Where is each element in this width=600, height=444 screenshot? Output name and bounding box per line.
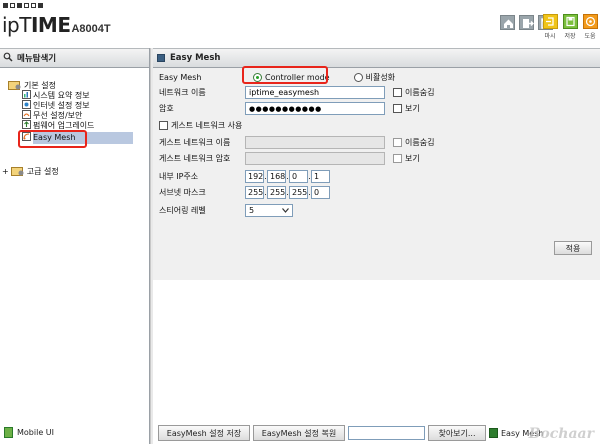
logo: ipTIME A8004T [2, 13, 111, 37]
subnet-octet-1[interactable]: 255 [245, 186, 264, 199]
easymesh-save-button[interactable]: EasyMesh 설정 저장 [158, 425, 250, 441]
guest-password-row: 게스트 네트워크 암호 보기 [159, 152, 420, 165]
menu-explorer-title: 메뉴탐색기 [17, 54, 57, 64]
restore-file-input[interactable] [348, 426, 425, 440]
easymesh-panel-header: Easy Mesh [153, 48, 600, 68]
easymesh-panel: Easy Mesh Easy Mesh Controller mode 비활성화… [153, 48, 600, 444]
guest-show-label: 보기 [405, 154, 420, 163]
guide-button[interactable]: 도움 [582, 14, 598, 40]
guest-hide-option: 이름숨김 [393, 137, 434, 148]
ip-label: 내부 IP주소 [159, 172, 199, 181]
easymesh-restore-button[interactable]: EasyMesh 설정 복원 [253, 425, 345, 441]
steering-row: 스티어링 레벨 5 [159, 204, 293, 217]
logo-model: A8004T [71, 23, 111, 35]
mode-label: Easy Mesh [159, 73, 202, 82]
guest-show-checkbox [393, 154, 402, 163]
subnet-octet-2[interactable]: 255 [267, 186, 286, 199]
disable-radio[interactable] [353, 73, 363, 82]
mobile-ui-link[interactable]: Mobile UI [4, 427, 54, 438]
ip-octet-1[interactable]: 192 [245, 170, 264, 183]
logout-icon[interactable] [519, 15, 534, 30]
expand-plus-icon: + [2, 167, 9, 176]
hide-name-option[interactable]: 이름숨김 [393, 87, 434, 98]
advanced-settings-label: 고급 설정 [26, 167, 59, 176]
ip-octet-2[interactable]: 168 [267, 170, 286, 183]
guest-hide-checkbox [393, 138, 402, 147]
guest-use-checkbox[interactable] [159, 121, 168, 130]
network-name-row: 네트워크 이름 iptime_easymesh 이름숨김 [159, 86, 434, 99]
menu-explorer-panel: 메뉴탐색기 기본 설정 시스템 요약 정보 인터넷 설정 정보 무선 설정/보안… [0, 48, 150, 444]
tree-advanced-settings[interactable]: + 고급 설정 [2, 165, 59, 178]
show-password-label: 보기 [405, 104, 420, 113]
guide-icon [582, 14, 598, 29]
folder-gear-icon [10, 165, 25, 178]
watermark: Bochaar [528, 426, 594, 442]
ip-octet-3[interactable]: 0 [289, 170, 308, 183]
save-icon [562, 14, 578, 29]
easymesh-form: Easy Mesh Controller mode 비활성화 네트워크 이름 i… [153, 66, 600, 280]
folder-gear-icon [8, 79, 22, 92]
password-label: 암호 [159, 104, 174, 113]
subnet-row: 서브넷 마스크 255. 255. 255. 0 [159, 186, 330, 199]
header-bar: ipTIME A8004T 마시 저장 도움 [0, 0, 600, 44]
guest-use-row[interactable]: 게스트 네트워크 사용 [159, 120, 242, 131]
logo-dots-icon [3, 3, 43, 8]
panel-square-icon [157, 54, 165, 62]
show-password-checkbox[interactable] [393, 104, 402, 113]
home-icon[interactable] [500, 15, 515, 30]
logo-brand-bold: ipT [2, 13, 31, 37]
guest-hide-label: 이름숨김 [405, 138, 435, 147]
subnet-octet-4[interactable]: 0 [311, 186, 330, 199]
magnifier-icon [3, 52, 13, 64]
subnet-label: 서브넷 마스크 [159, 188, 206, 197]
guest-show-option: 보기 [393, 153, 420, 164]
help-icon [542, 14, 558, 29]
apply-button[interactable]: 적용 [554, 241, 592, 255]
steering-label: 스티어링 레벨 [159, 206, 206, 215]
menu-explorer-header: 메뉴탐색기 [0, 48, 149, 68]
save-label: 저장 [564, 33, 576, 40]
mobile-ui-label: Mobile UI [17, 428, 54, 437]
help-label: 마시 [544, 33, 556, 40]
guest-password-input [245, 152, 385, 165]
panel-title: Easy Mesh [170, 53, 221, 63]
steering-value: 5 [249, 206, 255, 215]
guide-label: 도움 [584, 33, 596, 40]
show-password-option[interactable]: 보기 [393, 103, 420, 114]
mesh-tag-icon [489, 428, 498, 438]
easymesh-highlight-box [18, 130, 87, 148]
guest-name-input [245, 136, 385, 149]
guest-name-row: 게스트 네트워크 이름 이름숨김 [159, 136, 434, 149]
password-input[interactable]: ●●●●●●●●●●● [245, 102, 385, 115]
guest-password-label: 게스트 네트워크 암호 [159, 154, 231, 163]
save-button[interactable]: 저장 [562, 14, 578, 40]
network-name-label: 네트워크 이름 [159, 88, 206, 97]
help-button[interactable]: 마시 [542, 14, 558, 40]
mobile-icon [4, 427, 13, 438]
disable-label: 비활성화 [365, 73, 396, 82]
browse-button[interactable]: 찾아보기... [428, 425, 486, 441]
mode-disable-option[interactable]: 비활성화 [353, 72, 396, 83]
ip-row: 내부 IP주소 192. 168. 0. 1 [159, 170, 330, 183]
guest-name-label: 게스트 네트워크 이름 [159, 138, 231, 147]
chevron-down-icon [282, 206, 289, 215]
password-row: 암호 ●●●●●●●●●●● 보기 [159, 102, 420, 115]
controller-highlight-box [242, 66, 328, 84]
steering-select[interactable]: 5 [245, 204, 293, 217]
subnet-octet-3[interactable]: 255 [289, 186, 308, 199]
hide-name-checkbox[interactable] [393, 88, 402, 97]
network-name-input[interactable]: iptime_easymesh [245, 86, 385, 99]
ip-octet-4[interactable]: 1 [311, 170, 330, 183]
logo-brand-rest: IME [30, 13, 71, 37]
hide-name-label: 이름숨김 [405, 88, 435, 97]
guest-use-label: 게스트 네트워크 사용 [171, 121, 243, 130]
